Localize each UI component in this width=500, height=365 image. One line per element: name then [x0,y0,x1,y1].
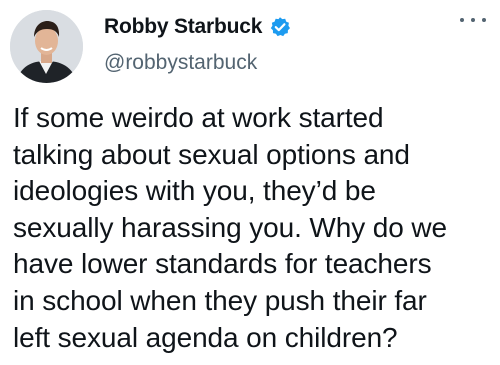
profile-photo [10,10,83,83]
tweet-text-line: have lower standards for teachers [13,248,432,280]
tweet-text-line: sexually harassing you. Why do we [13,211,448,243]
author-name-row: Robby Starbuck [104,15,291,39]
tweet-card: Robby Starbuck @robbystarbuck If some we… [0,0,500,365]
author-display-name[interactable]: Robby Starbuck [104,15,262,39]
tweet-text-line: in school when they push their far [13,284,427,316]
avatar[interactable] [10,10,83,83]
author-handle[interactable]: @robbystarbuck [104,51,257,75]
tweet-text: If some weirdo at work started talking a… [13,100,493,356]
tweet-text-line: left sexual agenda on children? [13,321,398,353]
more-options-icon[interactable] [460,12,486,28]
dot [460,18,464,22]
tweet-text-line: talking about sexual options and [13,138,410,170]
tweet-text-line: If some weirdo at work started [13,102,384,133]
tweet-text-line: ideologies with you, they’d be [13,175,376,207]
dot [482,18,486,22]
dot [471,18,475,22]
verified-badge-icon [269,16,291,38]
